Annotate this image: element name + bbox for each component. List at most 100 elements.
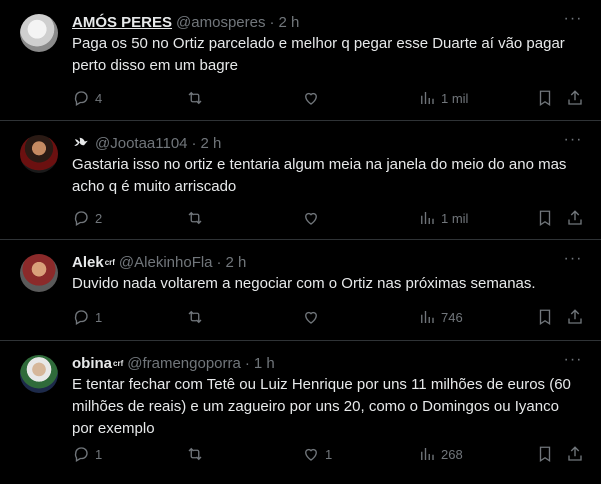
views-icon <box>421 448 434 460</box>
reply-icon <box>74 310 88 325</box>
user-handle[interactable]: @framengoporra <box>127 355 241 372</box>
separator-dot: · <box>244 354 250 372</box>
tweet-text: E tentar fechar com Tetê ou Luiz Henriqu… <box>72 376 571 437</box>
bird-icon <box>74 137 88 146</box>
timestamp[interactable]: 2 h <box>278 14 299 31</box>
reply-count: 1 <box>95 309 103 325</box>
more-icon[interactable]: ··· <box>563 11 583 30</box>
timestamp[interactable]: 2 h <box>201 135 222 152</box>
like-icon <box>305 448 317 461</box>
views-icon <box>421 212 434 224</box>
bookmark-button[interactable] <box>536 444 554 464</box>
user-badge: crf <box>104 257 115 267</box>
reply-button[interactable]: 4 <box>72 88 102 108</box>
user-badge: crf <box>113 358 124 368</box>
reply-count: 1 <box>95 446 103 462</box>
retweet-button[interactable] <box>186 88 209 108</box>
bookmark-button[interactable] <box>536 88 554 108</box>
like-icon <box>305 311 317 324</box>
like-count: 1 <box>325 446 333 462</box>
bookmark-icon <box>539 446 551 463</box>
share-button[interactable] <box>566 307 584 327</box>
avatar[interactable] <box>20 14 58 52</box>
like-button[interactable] <box>302 88 325 108</box>
reply-count: 2 <box>95 210 103 226</box>
reply-icon <box>74 211 88 226</box>
views-icon <box>421 311 434 323</box>
tweet-actions: 1 1 268 <box>72 444 585 464</box>
timestamp[interactable]: 2 h <box>226 254 247 271</box>
tweet-content: Alek crf @AlekinhoFla · 2 h Duvido nada … <box>72 252 585 295</box>
share-icon <box>568 446 582 461</box>
retweet-icon <box>188 447 202 461</box>
tweet[interactable]: obina crf @framengoporra · 1 h E tentar … <box>0 341 601 484</box>
views-button[interactable]: 268 <box>418 444 463 464</box>
avatar[interactable] <box>20 254 58 292</box>
user-handle[interactable]: @Jootaa1104 <box>95 135 188 152</box>
tweet-content: AMÓS PERES @amosperes · 2 h Paga os 50 n… <box>72 12 585 77</box>
share-button[interactable] <box>566 208 584 228</box>
bookmark-button[interactable] <box>536 307 554 327</box>
reply-icon <box>74 91 88 106</box>
like-button[interactable] <box>302 208 325 228</box>
like-button[interactable]: 1 <box>302 444 332 464</box>
views-button[interactable]: 1 mil <box>418 208 468 228</box>
avatar[interactable] <box>20 135 58 173</box>
tweet-content: @Jootaa1104 · 2 h Gastaria isso no ortiz… <box>72 133 585 198</box>
bookmark-button[interactable] <box>536 208 554 228</box>
view-count: 1 mil <box>441 90 469 106</box>
share-button[interactable] <box>566 88 584 108</box>
display-name[interactable]: AMÓS PERES <box>72 14 172 31</box>
views-icon <box>421 92 434 104</box>
more-icon[interactable]: ··· <box>563 132 583 151</box>
retweet-button[interactable] <box>186 307 209 327</box>
reply-button[interactable]: 2 <box>72 208 102 228</box>
user-handle[interactable]: @AlekinhoFla <box>119 254 213 271</box>
separator-dot: · <box>191 134 197 152</box>
views-button[interactable]: 746 <box>418 307 463 327</box>
display-name[interactable]: Alek <box>72 254 104 271</box>
tweet-text: Duvido nada voltarem a negociar com o Or… <box>72 275 536 292</box>
tweet-actions: 2 1 mil <box>72 208 585 228</box>
separator-dot: · <box>269 13 275 31</box>
view-count: 268 <box>441 446 463 462</box>
share-icon <box>568 309 582 324</box>
view-count: 746 <box>441 309 463 325</box>
tweet-header: Alek crf @AlekinhoFla · 2 h <box>72 252 585 272</box>
tweet[interactable]: Alek crf @AlekinhoFla · 2 h Duvido nada … <box>0 240 601 341</box>
like-icon <box>305 92 317 105</box>
bookmark-icon <box>539 90 551 107</box>
bookmark-icon <box>539 309 551 326</box>
more-icon[interactable]: ··· <box>563 352 583 371</box>
tweet-actions: 4 1 mil <box>72 88 585 108</box>
user-handle[interactable]: @amosperes <box>176 14 265 31</box>
reply-icon <box>74 447 88 462</box>
retweet-button[interactable] <box>186 208 209 228</box>
retweet-icon <box>188 310 202 324</box>
share-icon <box>568 90 582 105</box>
avatar[interactable] <box>20 355 58 393</box>
timestamp[interactable]: 1 h <box>254 355 275 372</box>
views-button[interactable]: 1 mil <box>418 88 468 108</box>
tweet-header: @Jootaa1104 · 2 h <box>72 133 585 153</box>
reply-button[interactable]: 1 <box>72 444 102 464</box>
retweet-icon <box>188 91 202 105</box>
tweet-content: obina crf @framengoporra · 1 h E tentar … <box>72 353 585 440</box>
separator-dot: · <box>216 253 222 271</box>
tweet-header: AMÓS PERES @amosperes · 2 h <box>72 12 585 32</box>
like-button[interactable] <box>302 307 325 327</box>
display-name[interactable]: obina <box>72 355 112 372</box>
tweet[interactable]: @Jootaa1104 · 2 h Gastaria isso no ortiz… <box>0 121 601 240</box>
more-icon[interactable]: ··· <box>563 251 583 270</box>
retweet-icon <box>188 211 202 225</box>
tweet[interactable]: AMÓS PERES @amosperes · 2 h Paga os 50 n… <box>0 0 601 121</box>
reply-button[interactable]: 1 <box>72 307 102 327</box>
bookmark-icon <box>539 210 551 227</box>
tweet-text: Gastaria isso no ortiz e tentaria algum … <box>72 156 567 195</box>
share-button[interactable] <box>566 444 584 464</box>
reply-count: 4 <box>95 90 103 106</box>
retweet-button[interactable] <box>186 444 209 464</box>
view-count: 1 mil <box>441 210 469 226</box>
tweet-actions: 1 746 <box>72 307 585 327</box>
tweet-header: obina crf @framengoporra · 1 h <box>72 353 585 373</box>
